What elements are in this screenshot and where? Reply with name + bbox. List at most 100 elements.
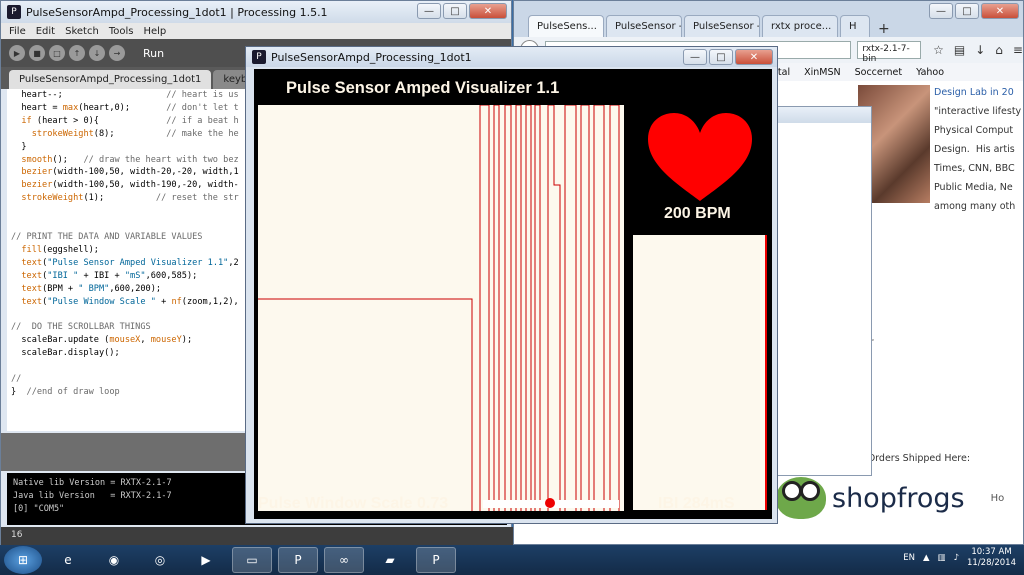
code-line: text("Pulse Window Scale " + nf(zoom,1,2…: [21, 296, 239, 307]
code-line: text(BPM + " BPM",600,200);: [21, 283, 162, 294]
visualizer-title: Pulse Sensor Amped Visualizer 1.1: [286, 79, 560, 97]
console-line: [0] "COM5": [13, 504, 65, 514]
bookmark-yahoo[interactable]: Yahoo: [916, 67, 944, 78]
browser-window-controls: — □ ✕: [929, 3, 1019, 19]
code-line: smooth(); // draw the heart with two bez: [21, 154, 239, 165]
minimize-icon[interactable]: —: [417, 3, 441, 19]
console-line: Java lib Version = RXTX-2.1-7: [13, 491, 172, 501]
bio-line: among many oth: [934, 201, 1016, 212]
arduino-icon[interactable]: ∞: [324, 547, 364, 573]
browser-tab-4[interactable]: rxtx proce...: [762, 15, 838, 37]
start-button[interactable]: ⊞: [4, 546, 42, 574]
star-icon[interactable]: ☆: [933, 43, 944, 57]
code-line: //: [11, 373, 22, 384]
code-line: bezier(width-100,50, width-20,-20, width…: [21, 167, 239, 178]
tray-arrow-icon[interactable]: ▲: [923, 553, 930, 563]
clock-time: 10:37 AM: [971, 547, 1012, 557]
ide-menubar: File Edit Sketch Tools Help: [1, 23, 511, 39]
bio-line: Design. His artis: [934, 144, 1015, 155]
frog-logo-icon: [776, 477, 826, 519]
save-icon[interactable]: ↓: [89, 45, 105, 61]
pulse-waveform: [258, 104, 620, 511]
code-line: } //end of draw loop: [11, 386, 120, 397]
code-line: text("Pulse Sensor Amped Visualizer 1.1"…: [21, 257, 239, 268]
volume-icon[interactable]: ♪: [954, 553, 959, 563]
browser-tab-5[interactable]: H: [840, 15, 870, 37]
background-window-titlebar: [773, 107, 871, 123]
code-line: scaleBar.display();: [11, 348, 120, 359]
ide-title: PulseSensorAmpd_Processing_1dot1 | Proce…: [26, 5, 328, 19]
shopfrogs-logo-text: shopfrogs: [832, 482, 965, 514]
browser-tab-3[interactable]: PulseSensor -...: [684, 15, 760, 37]
menu-icon[interactable]: ≡: [1013, 43, 1023, 57]
notes-icon[interactable]: ▰: [370, 547, 410, 573]
code-line: heart--; // heart is us: [11, 90, 239, 100]
file-explorer-icon[interactable]: ▭: [232, 547, 272, 573]
media-player-icon[interactable]: ▶: [186, 547, 226, 573]
new-icon[interactable]: □: [49, 45, 65, 61]
firefox-icon[interactable]: ◉: [94, 547, 134, 573]
menu-tools[interactable]: Tools: [109, 26, 134, 37]
code-line: scaleBar.update (mouseX, mouseY);: [11, 335, 193, 346]
home-icon[interactable]: ⌂: [995, 43, 1003, 57]
maximize-icon[interactable]: □: [443, 3, 467, 19]
run-icon[interactable]: ▶: [9, 45, 25, 61]
code-line: strokeWeight(8); // make the he: [31, 128, 239, 139]
bookmark-xinmsn[interactable]: XinMSN: [804, 67, 841, 78]
browser-search-input[interactable]: rxtx-2.1-7-bin: [857, 41, 922, 64]
stop-icon[interactable]: ■: [29, 45, 45, 61]
download-icon[interactable]: ↓: [975, 43, 985, 57]
clipboard-icon[interactable]: ▤: [954, 43, 965, 57]
ibi-readout: IBI 284mS: [658, 495, 735, 512]
ie-icon[interactable]: e: [48, 547, 88, 573]
pulse-window-scale-label: Pulse Window Scale 0.73: [258, 495, 449, 512]
browser-tab-2[interactable]: PulseSensor -...: [606, 15, 682, 37]
bio-line[interactable]: Design Lab in 20: [934, 87, 1014, 98]
bookmark-soccernet[interactable]: Soccernet: [855, 67, 902, 78]
visualizer-canvas: Pulse Sensor Amped Visualizer 1.1 200 BP…: [254, 69, 772, 519]
network-icon[interactable]: ▥: [938, 553, 946, 563]
processing-sketch-taskbar-icon[interactable]: P: [416, 547, 456, 573]
bpm-readout: 200 BPM: [664, 205, 731, 222]
menu-file[interactable]: File: [9, 26, 26, 37]
export-icon[interactable]: →: [109, 45, 125, 61]
clock-date: 11/28/2014: [967, 558, 1016, 568]
minimize-icon[interactable]: —: [929, 3, 953, 19]
ibi-history-panel: [633, 235, 767, 510]
maximize-icon[interactable]: □: [709, 49, 733, 65]
bio-line: Physical Comput: [934, 125, 1014, 136]
pulse-waveform-panel: [258, 104, 624, 511]
language-indicator[interactable]: EN: [903, 553, 915, 563]
close-icon[interactable]: ✕: [981, 3, 1019, 19]
menu-edit[interactable]: Edit: [36, 26, 55, 37]
menu-sketch[interactable]: Sketch: [65, 26, 99, 37]
ho-text: Ho: [990, 492, 1005, 504]
tab-main-sketch[interactable]: PulseSensorAmpd_Processing_1dot1: [9, 70, 212, 89]
run-label: Run: [143, 46, 165, 60]
console-line: Native lib Version = RXTX-2.1-7: [13, 478, 172, 488]
visualizer-window-title: PulseSensorAmpd_Processing_1dot1: [271, 50, 472, 64]
line-number: 16: [1, 527, 513, 545]
shopfrogs-banner[interactable]: shopfrogs Ho: [776, 477, 1004, 519]
minimize-icon[interactable]: —: [683, 49, 707, 65]
windows-taskbar: ⊞ e ◉ ◎ ▶ ▭ P ∞ ▰ P EN ▲ ▥ ♪ 10:37 AM 11…: [0, 545, 1024, 575]
maximize-icon[interactable]: □: [955, 3, 979, 19]
close-icon[interactable]: ✕: [469, 3, 507, 19]
scale-scrollbar[interactable]: [483, 498, 619, 508]
bio-line: Public Media, Ne: [934, 182, 1013, 193]
chrome-icon[interactable]: ◎: [140, 547, 180, 573]
bio-line: Times, CNN, BBC: [934, 163, 1015, 174]
menu-help[interactable]: Help: [143, 26, 166, 37]
processing-taskbar-icon[interactable]: P: [278, 547, 318, 573]
browser-tab-1[interactable]: PulseSens...: [528, 15, 604, 37]
clock[interactable]: 10:37 AM 11/28/2014: [967, 547, 1016, 569]
heart-icon: [648, 113, 752, 201]
heart-shape: [648, 113, 752, 201]
scale-scrollbar-handle[interactable]: [544, 498, 555, 508]
open-icon[interactable]: ↑: [69, 45, 85, 61]
new-tab-icon[interactable]: +: [872, 21, 896, 37]
close-icon[interactable]: ✕: [735, 49, 773, 65]
